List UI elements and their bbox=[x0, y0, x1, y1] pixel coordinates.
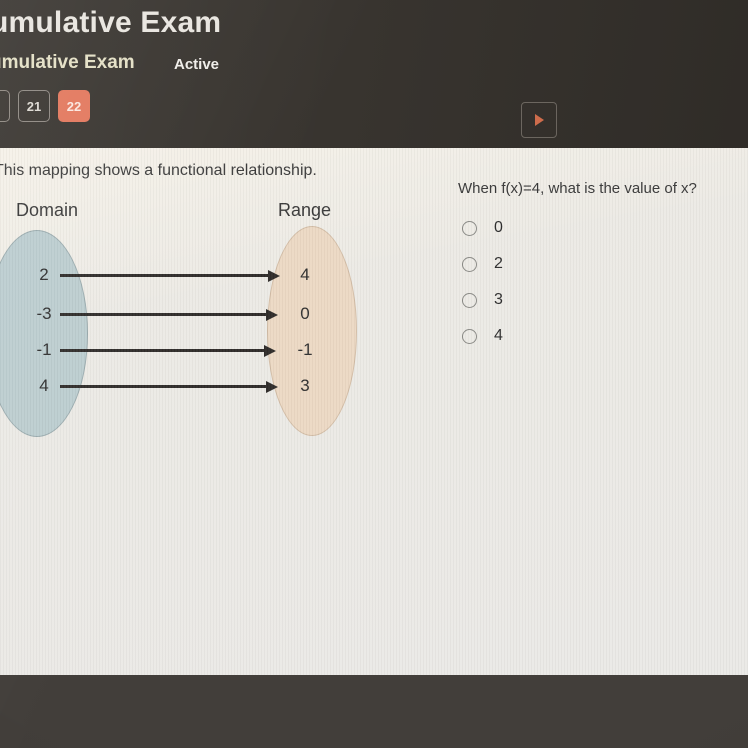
answer-choices: 0 2 3 4 bbox=[462, 210, 503, 354]
exam-screen: umulative Exam umulative Exam Active 21 … bbox=[0, 0, 748, 748]
question-nav-next-button[interactable] bbox=[521, 102, 557, 138]
answer-choice-3[interactable]: 4 bbox=[462, 318, 503, 354]
radio-icon[interactable] bbox=[462, 256, 477, 272]
exam-subtitle: umulative Exam bbox=[0, 52, 135, 73]
range-label: Range bbox=[278, 200, 332, 220]
exam-header: umulative Exam umulative Exam Active 21 … bbox=[0, 0, 748, 148]
answer-choice-label-0: 0 bbox=[494, 219, 503, 236]
mapping-arrow-head-2 bbox=[264, 344, 276, 357]
domain-value-2: -1 bbox=[36, 340, 52, 359]
domain-value-0: 2 bbox=[39, 265, 49, 284]
mapping-diagram: 2 -3 -1 4 4 0 -1 3 bbox=[0, 226, 400, 516]
mapping-arrow-line-0 bbox=[60, 274, 272, 277]
answer-choice-1[interactable]: 2 bbox=[462, 246, 503, 282]
mapping-arrow-line-3 bbox=[60, 385, 270, 388]
question-nav-item-22[interactable]: 22 bbox=[58, 90, 90, 122]
question-sheet: This mapping shows a functional relation… bbox=[0, 148, 748, 675]
question-nav-item-partial[interactable] bbox=[0, 90, 10, 122]
mapping-arrow-line-1 bbox=[60, 313, 270, 316]
play-right-icon bbox=[534, 114, 544, 126]
mapping-arrow-head-1 bbox=[266, 308, 278, 321]
range-ellipse bbox=[267, 226, 357, 436]
mapping-arrow-head-3 bbox=[266, 380, 278, 393]
answer-choice-2[interactable]: 3 bbox=[462, 282, 503, 318]
mapping-arrow-head-0 bbox=[268, 269, 280, 282]
domain-value-1: -3 bbox=[36, 304, 52, 323]
radio-icon[interactable] bbox=[462, 292, 477, 308]
range-value-1: 0 bbox=[300, 304, 310, 323]
exam-title: umulative Exam bbox=[0, 6, 222, 39]
range-value-3: 3 bbox=[300, 376, 310, 395]
answer-choice-label-1: 2 bbox=[494, 255, 503, 272]
domain-label: Domain bbox=[16, 200, 79, 220]
answer-choice-label-2: 3 bbox=[494, 291, 503, 308]
exam-status-badge: Active bbox=[174, 56, 220, 73]
question-nav: 21 22 bbox=[0, 90, 90, 122]
bottom-strip bbox=[0, 675, 748, 748]
question-nav-item-21[interactable]: 21 bbox=[18, 90, 50, 122]
domain-ellipse bbox=[0, 230, 88, 437]
domain-value-3: 4 bbox=[39, 376, 49, 395]
mapping-arrow-line-2 bbox=[60, 349, 268, 352]
question-text: When f(x)=4, what is the value of x? bbox=[458, 180, 697, 197]
answer-choice-label-3: 4 bbox=[494, 327, 503, 344]
question-prompt: This mapping shows a functional relation… bbox=[0, 162, 317, 179]
radio-icon[interactable] bbox=[462, 328, 477, 344]
answer-choice-0[interactable]: 0 bbox=[462, 210, 503, 246]
radio-icon[interactable] bbox=[462, 220, 477, 236]
range-value-0: 4 bbox=[300, 265, 310, 284]
range-value-2: -1 bbox=[297, 340, 313, 359]
